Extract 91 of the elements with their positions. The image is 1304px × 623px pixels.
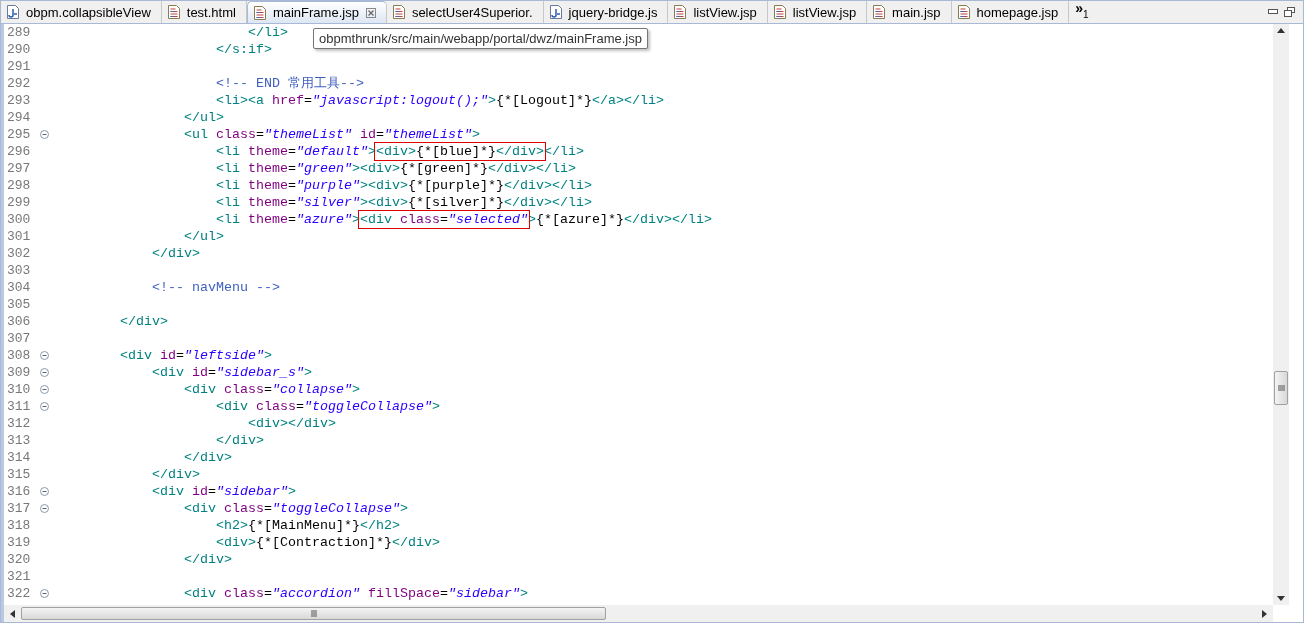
code-line: <div class="collapse"> (184, 381, 360, 398)
line-number: 310 (6, 382, 32, 397)
line-number: 309 (6, 365, 32, 380)
line-number: 316 (6, 484, 32, 499)
code-line: <div id="sidebar_s"> (152, 364, 312, 381)
line-number: 317 (6, 501, 32, 516)
code-line: <div class="toggleCollapse"> (184, 500, 408, 517)
code-line: <!-- END 常用工具--> (216, 75, 364, 92)
scrollbar-thumb[interactable] (1274, 371, 1288, 406)
collapse-icon[interactable] (40, 589, 49, 598)
line-number: 294 (6, 110, 32, 125)
file-icon (253, 5, 266, 20)
code-line: </div> (152, 466, 200, 483)
collapse-icon[interactable] (40, 487, 49, 496)
code-line: </div> (184, 449, 232, 466)
code-line: <div class="toggleCollapse"> (216, 398, 440, 415)
line-number: 292 (6, 76, 32, 91)
code-line: </s:if> (216, 41, 272, 58)
file-icon (674, 5, 687, 19)
vertical-scrollbar[interactable] (1273, 24, 1289, 605)
line-number: 315 (6, 467, 32, 482)
line-number: 291 (6, 59, 32, 74)
line-number: 311 (6, 399, 32, 414)
collapse-icon[interactable] (40, 402, 49, 411)
code-line: </div> (184, 551, 232, 568)
code-line: </div> (152, 245, 200, 262)
line-number: 289 (6, 25, 32, 40)
code-line: <div>{*[Contraction]*}</div> (216, 534, 440, 551)
line-number: 314 (6, 450, 32, 465)
file-icon (392, 5, 405, 19)
code-line: </div> (120, 313, 168, 330)
line-number: 299 (6, 195, 32, 210)
minimize-icon[interactable] (1268, 9, 1278, 15)
line-number: 296 (6, 144, 32, 159)
line-number: 302 (6, 246, 32, 261)
line-number: 322 (6, 586, 32, 601)
line-number: 297 (6, 161, 32, 176)
code-line: <div id="sidebar"> (152, 483, 296, 500)
line-number: 304 (6, 280, 32, 295)
close-icon[interactable] (365, 7, 376, 18)
tooltip: obpmthrunk/src/main/webapp/portal/dwz/mainFrame.jsp (313, 28, 648, 49)
line-number: 312 (6, 416, 32, 431)
line-number: 318 (6, 518, 32, 533)
line-number: 303 (6, 263, 32, 278)
line-number: 295 (6, 127, 32, 142)
line-number: 293 (6, 93, 32, 108)
code-line: </div> (216, 432, 264, 449)
line-number: 305 (6, 297, 32, 312)
scroll-left-icon[interactable] (10, 609, 15, 618)
code-line: </ul> (184, 228, 224, 245)
code-line: <div id="leftside"> (120, 347, 272, 364)
code-line: </ul> (184, 109, 224, 126)
code-line: <li theme="purple"><div>{*[purple]*}</div></li> (216, 177, 592, 194)
line-number: 300 (6, 212, 32, 227)
line-number: 290 (6, 42, 32, 57)
horizontal-scrollbar[interactable] (4, 605, 1273, 622)
file-icon (167, 5, 180, 19)
file-icon (773, 5, 786, 19)
scroll-up-icon[interactable] (1277, 28, 1285, 33)
collapse-icon[interactable] (40, 351, 49, 360)
line-number: 306 (6, 314, 32, 329)
line-number: 321 (6, 569, 32, 584)
collapse-icon[interactable] (40, 368, 49, 377)
collapse-icon[interactable] (40, 504, 49, 513)
editor-tab[interactable]: mainFrame.jsp (246, 1, 387, 23)
script-file-icon (7, 5, 19, 19)
scroll-right-icon[interactable] (1262, 609, 1267, 618)
script-file-icon (549, 5, 562, 19)
scroll-down-icon[interactable] (1277, 596, 1285, 601)
line-number: 301 (6, 229, 32, 244)
code-line: </li> (248, 24, 288, 41)
file-icon (957, 5, 970, 19)
scrollbar-thumb[interactable] (21, 607, 606, 620)
file-icon (873, 5, 886, 19)
code-line: <div class="accordion" fillSpace="sidebar"> (184, 585, 528, 602)
code-line: <h2>{*[MainMenu]*}</h2> (216, 517, 400, 534)
restore-icon[interactable] (1284, 7, 1295, 17)
line-number: 319 (6, 535, 32, 550)
line-number: 307 (6, 331, 32, 346)
collapse-icon[interactable] (40, 130, 49, 139)
code-line: <div></div> (248, 415, 336, 432)
line-number: 308 (6, 348, 32, 363)
code-line: <li><a href="javascript:logout();">{*[Logout]*}</a></li> (216, 92, 664, 109)
line-number: 298 (6, 178, 32, 193)
code-line: <ul class="themeList" id="themeList"> (184, 126, 480, 143)
line-number: 313 (6, 433, 32, 448)
code-line: <li theme="green"><div>{*[green]*}</div></li> (216, 160, 576, 177)
code-line: <li theme="silver"><div>{*[silver]*}</div></li> (216, 194, 592, 211)
code-line: <!-- navMenu --> (152, 279, 280, 296)
collapse-icon[interactable] (40, 385, 49, 394)
line-number: 320 (6, 552, 32, 567)
